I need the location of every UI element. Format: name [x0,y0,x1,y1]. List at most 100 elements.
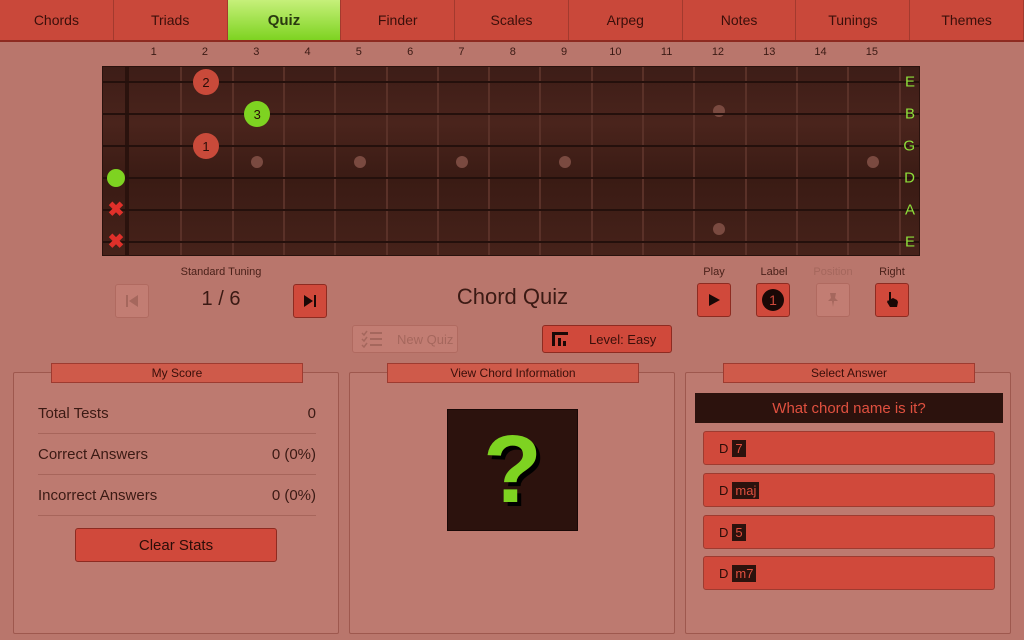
muted-string-icon: ✖ [107,231,125,253]
tab-arpeg[interactable]: Arpeg [569,0,683,40]
skip-back-icon [126,295,138,307]
string-name: E [904,73,915,91]
right-hand-button[interactable] [875,283,909,317]
fret-number: 5 [355,46,362,58]
muted-string-icon: ✖ [107,199,125,221]
fretboard[interactable]: E B G D A E 2 3 1 ✖ ✖ [102,66,920,256]
number-one-icon: 1 [762,289,784,311]
fret-number: 6 [407,46,414,58]
fret-wire [590,67,593,255]
answer-option-4[interactable]: D m7 [703,556,995,590]
fret-wire [231,67,234,255]
question-mark-icon: ? [483,416,542,523]
top-nav: Chords Triads Quiz Finder Scales Arpeg N… [0,0,1024,42]
skip-forward-icon [304,295,316,307]
tab-quiz[interactable]: Quiz [227,0,342,40]
fret-number: 11 [660,46,673,58]
prev-button[interactable] [115,284,149,318]
tab-themes[interactable]: Themes [910,0,1024,40]
fret-wire [642,67,644,255]
level-button[interactable]: Level: Easy [542,325,672,353]
fret-wire [488,67,491,255]
tab-notes[interactable]: Notes [683,0,797,40]
fret-wire [385,67,388,255]
answer-root: D [719,482,729,498]
answer-option-3[interactable]: D 5 [703,515,995,549]
answer-option-2[interactable]: D maj [703,473,995,507]
tuning-label: Standard Tuning [180,266,262,278]
label-label: Label [760,266,788,278]
fret-number: 1 [150,46,157,58]
tab-tunings[interactable]: Tunings [796,0,911,40]
tab-triads[interactable]: Triads [114,0,228,40]
fret-number: 2 [201,46,208,58]
score-row-incorrect: Incorrect Answers 0 (0%) [38,475,316,516]
fret-inlay [559,156,572,168]
pin-icon [828,293,838,307]
score-value: 0 [307,404,316,422]
fret-inlay [353,156,366,168]
tab-finder[interactable]: Finder [341,0,456,40]
chord-info-header: View Chord Information [387,363,639,383]
fret-wire [436,67,439,255]
score-panel: My Score Total Tests 0 Correct Answers 0… [13,363,339,634]
score-label: Incorrect Answers [38,486,158,504]
answer-type: 7 [732,439,746,457]
fret-inlay [712,223,725,236]
answer-type: m7 [732,564,757,582]
page-title: Chord Quiz [456,284,569,309]
svg-text:1: 1 [769,292,777,308]
position-label: Position [813,266,853,278]
score-label: Correct Answers [38,445,149,463]
answer-option-1[interactable]: D 7 [703,431,995,465]
fret-number: 12 [711,46,725,58]
finger-position-marker: 1 [192,133,219,159]
nut [125,67,129,255]
score-value: 0 (0%) [271,445,316,463]
quiz-counter: 1 / 6 [201,288,241,310]
string-name: D [904,169,915,187]
play-button[interactable] [697,283,731,317]
question-prompt: What chord name is it? [695,393,1003,423]
play-icon [709,294,720,306]
finger-position-marker: 3 [244,101,271,127]
fret-numbers: 1 2 3 4 5 6 7 8 9 10 11 12 13 14 15 [0,46,1024,62]
answer-root: D [719,524,729,540]
score-row-total: Total Tests 0 [38,393,316,434]
fret-number: 4 [304,46,311,58]
level-label: Level: Easy [589,331,657,347]
fret-number: 7 [458,46,465,58]
tab-chords[interactable]: Chords [0,0,114,40]
new-quiz-label: New Quiz [397,331,454,347]
guitar-string [103,145,919,147]
position-button[interactable] [816,283,850,317]
right-label: Right [879,266,905,278]
level-icon [552,332,568,346]
fret-number: 9 [560,46,568,58]
chord-image-placeholder[interactable]: ? [447,409,578,531]
clear-stats-button[interactable]: Clear Stats [75,528,277,562]
fret-wire [539,67,542,255]
answer-panel: Select Answer What chord name is it? D 7… [685,363,1011,634]
fret-inlay [866,156,879,168]
next-button[interactable] [293,284,327,318]
fret-wire [744,67,747,255]
guitar-string [103,177,919,179]
fret-wire [334,67,337,255]
guitar-string [103,241,919,243]
fret-number: 8 [509,46,516,58]
string-name: G [903,137,915,155]
answer-type: 5 [732,523,746,541]
tab-scales[interactable]: Scales [455,0,569,40]
score-row-correct: Correct Answers 0 (0%) [38,434,316,475]
fret-inlay [456,156,469,168]
hand-pointer-icon [887,292,898,307]
fret-wire [795,67,798,255]
label-toggle-button[interactable]: 1 [756,283,790,317]
new-quiz-button[interactable]: New Quiz [352,325,458,353]
fret-number: 15 [865,46,878,58]
string-name: E [904,233,915,251]
open-string-marker [107,169,125,187]
fret-number: 10 [609,46,622,58]
checklist-icon [361,330,382,348]
